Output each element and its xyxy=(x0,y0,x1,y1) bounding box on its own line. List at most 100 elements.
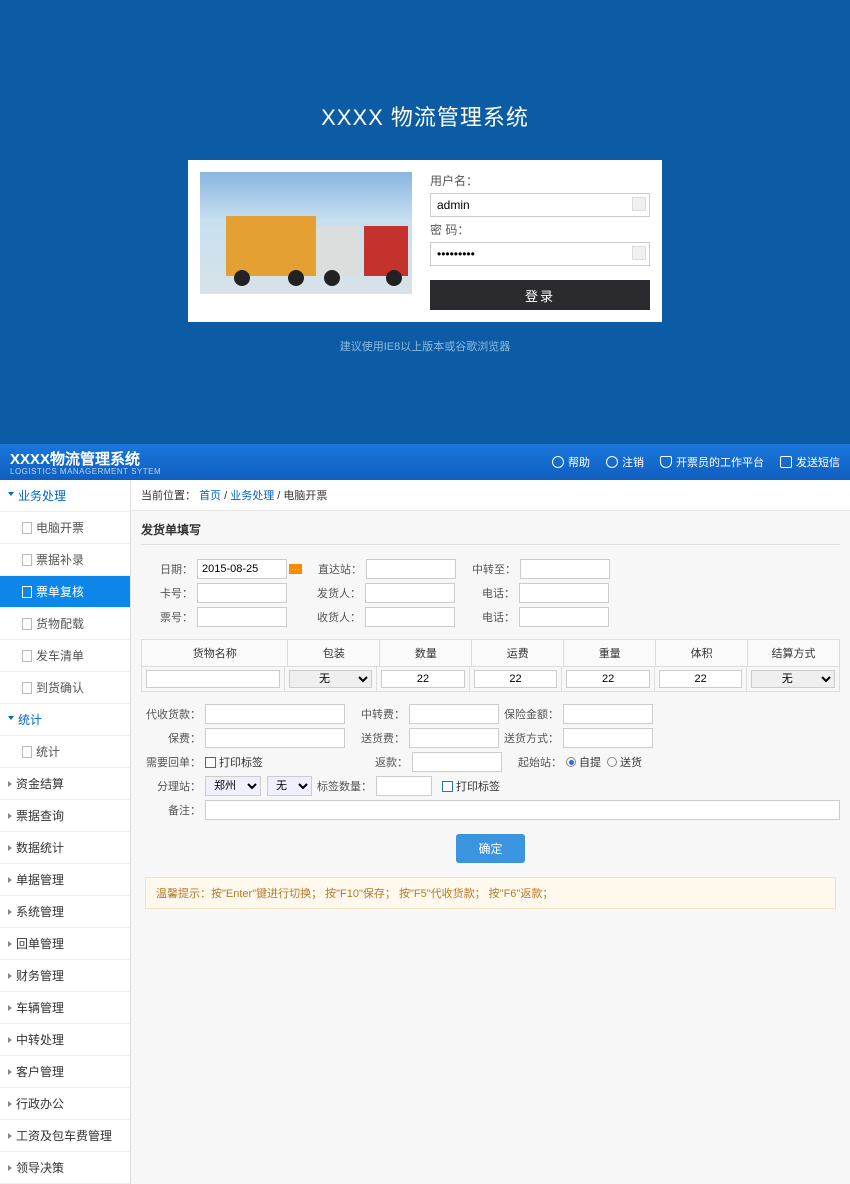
branch-label: 分理站： xyxy=(141,778,201,794)
browser-hint: 建议使用IE8以上版本或谷歌浏览器 xyxy=(340,338,511,354)
goods-table-row: 无 无 xyxy=(141,667,840,692)
password-input[interactable] xyxy=(430,242,650,266)
print-tag-checkbox[interactable]: 打印标签 xyxy=(205,754,263,770)
sidebar-item-office[interactable]: 行政办公 xyxy=(0,1088,130,1120)
crumb-biz[interactable]: 业务处理 xyxy=(230,490,274,502)
chevron-right-icon xyxy=(8,1069,12,1075)
sidebar-item-transfer[interactable]: 中转处理 xyxy=(0,1024,130,1056)
login-button[interactable]: 登录 xyxy=(430,280,650,310)
tfee-input[interactable] xyxy=(409,704,499,724)
sidebar-item-receipt[interactable]: 回单管理 xyxy=(0,928,130,960)
goods-table-header: 货物名称 包装 数量 运费 重量 体积 结算方式 xyxy=(141,639,840,667)
direct-label: 直达站： xyxy=(302,561,362,577)
packaging-select[interactable]: 无 xyxy=(289,670,373,688)
document-icon xyxy=(22,746,32,758)
receiver-input[interactable] xyxy=(365,607,455,627)
sidebar-item-ticketquery[interactable]: 票据查询 xyxy=(0,800,130,832)
sendfee-input[interactable] xyxy=(409,728,499,748)
login-form: 用户名： 密 码： 登录 xyxy=(430,172,650,310)
breadcrumb: 当前位置： 首页 / 业务处理 / 电脑开票 xyxy=(131,480,850,511)
phone2-input[interactable] xyxy=(519,607,609,627)
lock-icon xyxy=(632,246,646,260)
sidebar-item-review[interactable]: 票单复核 xyxy=(0,576,130,608)
help-link[interactable]: 帮助 xyxy=(552,454,590,470)
selfpick-radio[interactable]: 自提 xyxy=(566,754,601,770)
sendfee-label: 送货费： xyxy=(345,730,405,746)
sendway-input[interactable] xyxy=(563,728,653,748)
app-title: XXXX物流管理系统 xyxy=(10,451,140,468)
weight-input[interactable] xyxy=(566,670,650,688)
chevron-down-icon xyxy=(8,492,14,499)
phone1-input[interactable] xyxy=(519,583,609,603)
sidebar-item-finance[interactable]: 财务管理 xyxy=(0,960,130,992)
sidebar-item-system[interactable]: 系统管理 xyxy=(0,896,130,928)
insurx-label: 保险金额： xyxy=(499,706,559,722)
sidebar-cat-biz[interactable]: 业务处理 xyxy=(0,480,130,512)
ticket-input[interactable] xyxy=(197,607,287,627)
checkbox-icon xyxy=(205,757,216,768)
submit-button[interactable]: 确定 xyxy=(456,834,524,863)
sidebar-item-stat[interactable]: 统计 xyxy=(0,736,130,768)
date-label: 日期： xyxy=(141,561,193,577)
settlement-select[interactable]: 无 xyxy=(751,670,835,688)
chevron-right-icon xyxy=(8,1005,12,1011)
date-input[interactable] xyxy=(197,559,287,579)
collect-input[interactable] xyxy=(205,704,345,724)
sidebar-cat-stat[interactable]: 统计 xyxy=(0,704,130,736)
workspace-link[interactable]: 开票员的工作平台 xyxy=(660,454,764,470)
sidebar-item-vehicle[interactable]: 车辆管理 xyxy=(0,992,130,1024)
card-input[interactable] xyxy=(197,583,287,603)
refund-input[interactable] xyxy=(412,752,502,772)
help-icon xyxy=(552,456,564,468)
refund-label: 返款： xyxy=(348,754,408,770)
chevron-right-icon xyxy=(8,1037,12,1043)
chevron-right-icon xyxy=(8,845,12,851)
sidebar-item-salary[interactable]: 工资及包车费管理 xyxy=(0,1120,130,1152)
direct-input[interactable] xyxy=(366,559,456,579)
sidebar-item-loading[interactable]: 货物配载 xyxy=(0,608,130,640)
chevron-right-icon xyxy=(8,973,12,979)
sidebar-item-ticket[interactable]: 电脑开票 xyxy=(0,512,130,544)
crumb-home[interactable]: 首页 xyxy=(199,490,221,502)
sms-link[interactable]: 发送短信 xyxy=(780,454,840,470)
freight-input[interactable] xyxy=(474,670,558,688)
chevron-right-icon xyxy=(8,1133,12,1139)
receiver-label: 收货人： xyxy=(301,609,361,625)
chevron-right-icon xyxy=(8,877,12,883)
qty-input[interactable] xyxy=(381,670,465,688)
sidebar-item-documents[interactable]: 单据管理 xyxy=(0,864,130,896)
collect-label: 代收货款： xyxy=(141,706,201,722)
transfer-input[interactable] xyxy=(520,559,610,579)
sidebar-item-leadership[interactable]: 领导决策 xyxy=(0,1152,130,1184)
sidebar-item-departurelist[interactable]: 发车清单 xyxy=(0,640,130,672)
user-icon xyxy=(660,456,672,468)
sidebar-item-arrivalconfirm[interactable]: 到货确认 xyxy=(0,672,130,704)
username-input[interactable] xyxy=(430,193,650,217)
card-label: 卡号： xyxy=(141,585,193,601)
main-content: 当前位置： 首页 / 业务处理 / 电脑开票 发货单填写 日期： ··· 直达站… xyxy=(131,480,850,1184)
remark-input[interactable] xyxy=(205,800,840,820)
logout-link[interactable]: 注销 xyxy=(606,454,644,470)
sidebar: 业务处理 电脑开票 票据补录 票单复核 货物配载 发车清单 到货确认 统计 统计… xyxy=(0,480,131,1184)
deliver-radio[interactable]: 送货 xyxy=(607,754,642,770)
radio-icon xyxy=(566,757,576,767)
app-subtitle: LOGISTICS MANAGERMENT SYTEM xyxy=(10,467,161,476)
branch-none-select[interactable]: 无 xyxy=(267,776,312,796)
sidebar-item-supplement[interactable]: 票据补录 xyxy=(0,544,130,576)
tagqty-input[interactable] xyxy=(376,776,432,796)
sender-input[interactable] xyxy=(365,583,455,603)
insurx-input[interactable] xyxy=(563,704,653,724)
branch-select[interactable]: 郑州 xyxy=(205,776,261,796)
sidebar-item-funds[interactable]: 资金结算 xyxy=(0,768,130,800)
print-tag2-checkbox[interactable]: 打印标签 xyxy=(442,778,500,794)
sidebar-item-customer[interactable]: 客户管理 xyxy=(0,1056,130,1088)
volume-input[interactable] xyxy=(659,670,743,688)
login-title: XXXX 物流管理系统 xyxy=(321,100,529,132)
document-icon xyxy=(22,554,32,566)
mail-icon xyxy=(780,456,792,468)
sidebar-item-datastat[interactable]: 数据统计 xyxy=(0,832,130,864)
goods-name-input[interactable] xyxy=(146,670,280,688)
phone2-label: 电话： xyxy=(455,609,515,625)
ins-input[interactable] xyxy=(205,728,345,748)
sender-label: 发货人： xyxy=(301,585,361,601)
